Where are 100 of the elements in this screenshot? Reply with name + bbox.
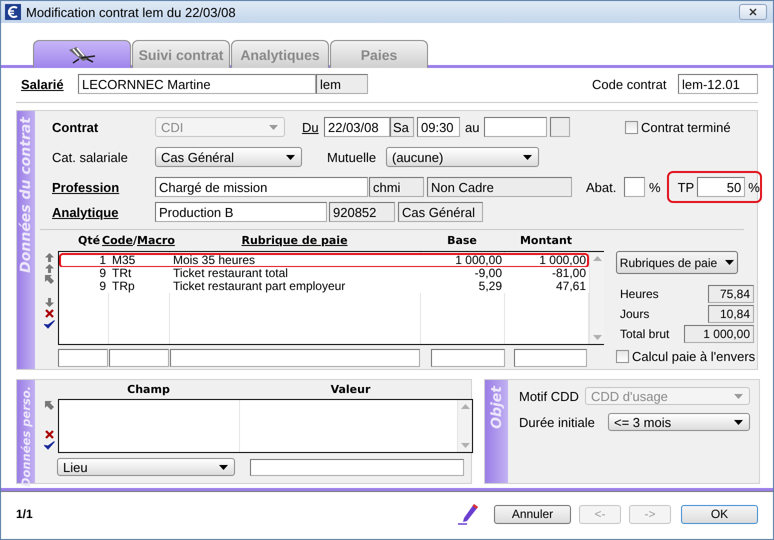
section-title: Objet <box>488 386 504 429</box>
table-cell-text: Mois 35 heures <box>172 254 256 267</box>
analytic-field[interactable]: Production B <box>155 202 327 222</box>
unit-label: % <box>649 180 661 194</box>
end-date-field[interactable] <box>484 117 547 137</box>
table-cell-text: 5,29 <box>478 280 503 293</box>
label-input[interactable] <box>170 349 420 367</box>
profession-code-field[interactable]: chmi <box>369 177 424 197</box>
pencil-icon[interactable] <box>457 503 479 525</box>
table-row[interactable]: 9 TRt Ticket restaurant total -9,00 -81,00 <box>59 267 589 280</box>
table-cell-text: -81,00 <box>550 267 587 280</box>
employee-code-field[interactable]: lem <box>316 74 368 94</box>
total-label: Heures <box>620 287 660 301</box>
table-cell-text: Ticket restaurant total <box>172 267 289 280</box>
pay-items-button[interactable]: Rubriques de paie <box>616 251 738 274</box>
field-label: TP <box>678 180 694 194</box>
category-dropdown[interactable]: Cas Général <box>155 147 302 167</box>
part-time-field[interactable]: 50 <box>697 177 746 197</box>
date-field[interactable]: 22/03/08 <box>324 117 390 137</box>
value-input[interactable] <box>250 458 464 476</box>
delete-icon[interactable] <box>44 430 54 439</box>
total-field[interactable]: 75,84 <box>708 285 754 303</box>
field-label: Abat. <box>586 180 618 194</box>
check-icon[interactable] <box>44 320 54 329</box>
delete-icon[interactable] <box>44 309 54 318</box>
field-label: au <box>465 120 480 134</box>
field-label: Mutuelle <box>327 150 378 164</box>
quantity-input[interactable] <box>58 349 108 367</box>
analytic-code-field[interactable]: 920852 <box>329 202 395 222</box>
window-title: Modification contrat lem du 22/03/08 <box>26 4 237 20</box>
field-label: Cat. salariale <box>52 150 129 164</box>
caret-icon <box>269 124 278 130</box>
checkbox-label: Calcul paie à l'envers <box>632 349 756 364</box>
day-field[interactable]: Sa <box>390 117 414 137</box>
analytic-category-field[interactable]: Cas Général <box>398 202 483 222</box>
caret-icon <box>286 154 295 160</box>
field-label: Motif CDD <box>519 388 580 404</box>
footer-button[interactable]: OK <box>681 504 758 524</box>
field-label[interactable]: Du <box>302 120 324 134</box>
app-icon <box>5 4 21 20</box>
total-field[interactable]: 1 000,00 <box>684 325 754 343</box>
table-cell-text: 1 <box>98 254 107 267</box>
page-counter: 1/1 <box>16 507 34 521</box>
abatement-field[interactable] <box>624 177 645 197</box>
arrow-down-icon[interactable] <box>44 298 54 307</box>
checkbox-label: Contrat terminé <box>641 120 731 134</box>
field-label[interactable]: Analytique <box>52 204 155 220</box>
arrow-icon[interactable] <box>44 275 54 284</box>
tab[interactable] <box>33 40 131 68</box>
caret-icon <box>734 394 743 398</box>
table-cell-text: 9 <box>98 267 107 280</box>
field-label: Code contrat <box>592 76 668 92</box>
caret-icon <box>734 420 743 424</box>
code-input[interactable] <box>109 349 169 367</box>
column-header: Valeur <box>330 383 372 396</box>
field-dropdown[interactable]: Lieu <box>57 458 235 476</box>
field-label: Contrat <box>52 120 100 134</box>
caret-icon <box>219 464 228 470</box>
field-label[interactable]: Profession <box>52 180 155 194</box>
column-header: Montant <box>518 234 574 247</box>
table-cell-text: 1 000,00 <box>538 254 587 267</box>
total-label: Jours <box>620 307 650 321</box>
close-icon <box>749 8 757 16</box>
close-button[interactable] <box>739 4 767 20</box>
field-label[interactable]: Salarié <box>21 76 78 92</box>
contract-code-field[interactable]: lem-12.01 <box>678 74 758 94</box>
caret-icon <box>523 154 532 160</box>
footer-button[interactable]: Annuler <box>494 504 571 524</box>
table-cell-text: 1 000,00 <box>454 254 503 267</box>
table-row[interactable]: 1 M35 Mois 35 heures 1 000,00 1 000,00 <box>59 253 589 268</box>
arrow-icon[interactable] <box>44 401 54 410</box>
table-cell-text: -9,00 <box>474 267 503 280</box>
table-cell-text: M35 <box>111 254 136 267</box>
total-field[interactable]: 10,84 <box>708 305 754 323</box>
base-input[interactable] <box>431 349 505 367</box>
end-day-field[interactable] <box>550 117 570 137</box>
deck-chair-icon <box>67 46 97 64</box>
unit-label: % <box>748 180 760 194</box>
mutuelle-dropdown[interactable]: (aucune) <box>386 147 539 167</box>
caret-icon <box>725 260 734 265</box>
total-label: Total brut <box>620 327 670 341</box>
duration-dropdown[interactable]: <= 3 mois <box>608 413 750 431</box>
table-cell-text: TRt <box>111 267 132 280</box>
column-header[interactable]: Macro <box>137 234 175 247</box>
checkbox[interactable] <box>625 120 638 134</box>
table-cell-text: 9 <box>98 280 107 293</box>
profession-field[interactable]: Chargé de mission <box>155 177 368 197</box>
status-field[interactable]: Non Cadre <box>427 177 572 197</box>
table-cell-text: 47,61 <box>554 280 587 293</box>
checkbox[interactable] <box>616 350 629 363</box>
amount-input[interactable] <box>514 349 587 367</box>
check-icon[interactable] <box>44 441 54 450</box>
employee-name-field[interactable]: LECORNNEC Martine <box>78 74 316 94</box>
section-title: Données du contrat <box>18 117 34 273</box>
time-field[interactable]: 09:30 <box>417 117 460 137</box>
field-label: Durée initiale <box>519 414 596 430</box>
column-header[interactable]: Code <box>102 234 133 247</box>
table-cell-text: Ticket restaurant part employeur <box>172 280 346 293</box>
column-separator: / <box>132 234 137 247</box>
column-header: Champ <box>126 383 171 396</box>
